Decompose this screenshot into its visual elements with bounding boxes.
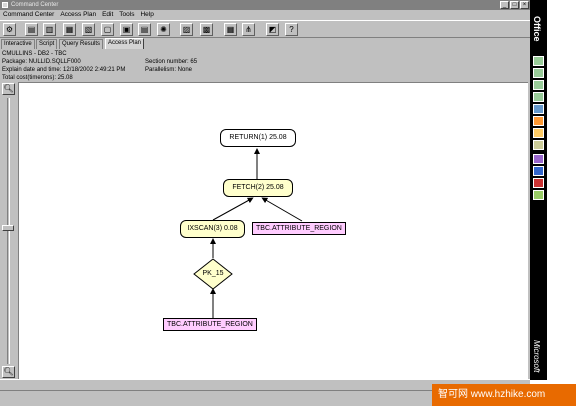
- office-binder-icon[interactable]: [533, 92, 544, 102]
- fetch-node[interactable]: FETCH(2) 25.08: [223, 179, 293, 197]
- section-number: Section number: 65: [145, 59, 198, 65]
- help-icon[interactable]: ?: [285, 23, 298, 36]
- close-button[interactable]: ×: [520, 1, 529, 9]
- office-word-icon[interactable]: [533, 56, 544, 66]
- office-powerpoint-icon[interactable]: [533, 116, 544, 126]
- settings-icon[interactable]: ✺: [157, 23, 170, 36]
- office-frontpage-icon[interactable]: [533, 140, 544, 150]
- office-brand: Office: [532, 16, 542, 42]
- plan-info-panel: CMULLINS - DB2 - TBC Package: NULLID.SQL…: [0, 49, 530, 82]
- title-bar: Command Center: [0, 0, 530, 10]
- parallelism: Parallelism: None: [145, 67, 193, 73]
- menu-tools[interactable]: Tools: [116, 10, 137, 20]
- tab-query-results[interactable]: Query Results: [59, 39, 104, 49]
- toolbar: ⚙ ▤ ▥ ▦ ▧ ▢ ▣ ▤ ✺ ▨ ▩ ▦ ⋔ ◩ ?: [0, 20, 530, 38]
- menu-bar: Command Center Access Plan Edit Tools Help: [0, 10, 530, 20]
- minimize-button[interactable]: _: [500, 1, 509, 9]
- run-icon[interactable]: ⚙: [3, 23, 16, 36]
- maximize-button[interactable]: □: [510, 1, 519, 9]
- results-icon[interactable]: ▦: [63, 23, 76, 36]
- command-center-window: Command Center _ □ × Command Center Acces…: [0, 0, 530, 406]
- export-icon[interactable]: ▨: [180, 23, 193, 36]
- explain-date: Explain date and time: 12/18/2002 2:49:2…: [2, 67, 126, 73]
- analyze-icon[interactable]: ◩: [266, 23, 279, 36]
- office-ie-icon[interactable]: [533, 166, 544, 176]
- return-node[interactable]: RETURN(1) 25.08: [220, 129, 296, 147]
- package-info: Package: NULLID.SQLLF000: [2, 59, 81, 65]
- graph-icon[interactable]: ▦: [224, 23, 237, 36]
- office-excel-icon[interactable]: [533, 68, 544, 78]
- watermark-badge: 智可网 www.hzhike.com: [432, 384, 576, 406]
- menu-edit[interactable]: Edit: [99, 10, 116, 20]
- tab-strip: Interactive Script Query Results Access …: [0, 38, 530, 49]
- new-icon[interactable]: ▢: [101, 23, 114, 36]
- office-publisher-icon[interactable]: [533, 128, 544, 138]
- office-other-icon[interactable]: [533, 190, 544, 200]
- menu-command-center[interactable]: Command Center: [0, 10, 57, 20]
- history-icon[interactable]: ▥: [43, 23, 56, 36]
- office-outlook-icon[interactable]: [533, 104, 544, 114]
- tab-access-plan[interactable]: Access Plan: [105, 38, 145, 49]
- desktop-strip: [547, 0, 576, 406]
- menu-access-plan[interactable]: Access Plan: [57, 10, 99, 20]
- office-media-icon[interactable]: [533, 178, 544, 188]
- menu-help[interactable]: Help: [137, 10, 156, 20]
- office-project-icon[interactable]: [533, 154, 544, 164]
- ixscan-node[interactable]: IXSCAN(3) 0.08: [180, 220, 245, 238]
- office-access-icon[interactable]: [533, 80, 544, 90]
- save-icon[interactable]: ▤: [138, 23, 151, 36]
- tab-interactive[interactable]: Interactive: [1, 39, 35, 49]
- table-node-2[interactable]: TBC.ATTRIBUTE_REGION: [163, 318, 257, 331]
- tree-icon[interactable]: ⋔: [242, 23, 255, 36]
- print-icon[interactable]: ▩: [200, 23, 213, 36]
- total-cost: Total cost(timerons): 25.08: [2, 75, 73, 81]
- script-icon[interactable]: ▤: [25, 23, 38, 36]
- office-shortcut-bar: Office Microsoft: [530, 0, 547, 380]
- zoom-slider-track[interactable]: [7, 98, 10, 364]
- table-node[interactable]: TBC.ATTRIBUTE_REGION: [252, 222, 346, 235]
- zoom-slider-thumb[interactable]: [2, 225, 14, 231]
- connection-info: CMULLINS - DB2 - TBC: [2, 51, 67, 57]
- tab-script[interactable]: Script: [36, 39, 58, 49]
- app-icon: [2, 2, 8, 8]
- window-title: Command Center: [11, 2, 59, 8]
- open-icon[interactable]: ▣: [120, 23, 133, 36]
- zoom-in-button[interactable]: 🔍︎: [2, 83, 15, 95]
- index-node-label: PK_15: [202, 270, 224, 277]
- zoom-out-button[interactable]: 🔍︎: [2, 366, 15, 378]
- office-vendor: Microsoft: [532, 340, 541, 373]
- options-icon[interactable]: ▧: [82, 23, 95, 36]
